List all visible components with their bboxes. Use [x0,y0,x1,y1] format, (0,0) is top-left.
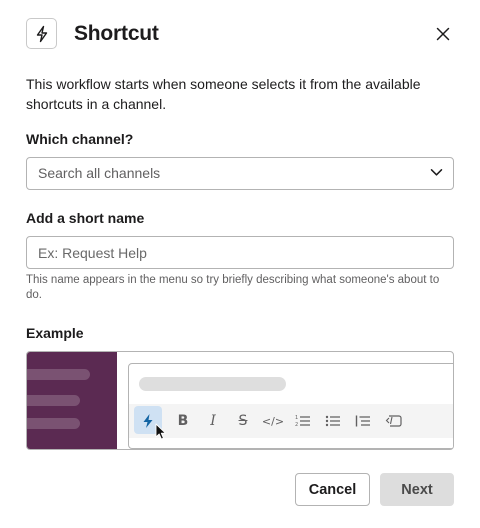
preview-sidebar-item [27,418,80,429]
bold-icon: B [177,413,189,429]
shortcut-badge [26,18,57,49]
dialog-title: Shortcut [74,22,159,45]
short-name-input[interactable] [26,236,454,269]
preview-sidebar [27,352,117,449]
preview-sidebar-item [27,395,80,406]
channel-select[interactable]: Search all channels [26,157,454,190]
channel-select-placeholder: Search all channels [38,165,161,181]
example-label: Example [26,325,84,341]
preview-sidebar-item [27,369,90,380]
example-preview: B I S </> 1 2 [26,351,454,450]
chevron-down-icon [430,169,443,176]
close-icon [436,27,450,41]
close-button[interactable] [432,23,454,45]
italic-icon: I [210,413,216,429]
dialog-header: Shortcut [26,18,454,52]
ordered-list-icon: 1 2 [290,404,316,438]
strikethrough-icon: S [238,413,248,429]
mouse-pointer-icon [155,423,166,440]
svg-text:2: 2 [295,422,298,428]
bulleted-list-icon [320,404,346,438]
preview-formatting-toolbar: B I S </> 1 2 [129,404,453,438]
lightning-icon [36,25,47,42]
channel-label: Which channel? [26,131,134,147]
short-name-hint: This name appears in the menu so try bri… [26,274,440,301]
code-block-icon [380,404,406,438]
code-icon: </> [261,414,285,428]
short-name-label: Add a short name [26,210,145,226]
cancel-button[interactable]: Cancel [295,473,370,506]
preview-message-composer: B I S </> 1 2 [128,363,453,449]
next-button[interactable]: Next [380,473,454,506]
preview-message-placeholder [139,377,286,391]
svg-text:1: 1 [295,415,298,421]
dialog-description: This workflow starts when someone select… [26,76,421,112]
blockquote-icon [350,404,376,438]
